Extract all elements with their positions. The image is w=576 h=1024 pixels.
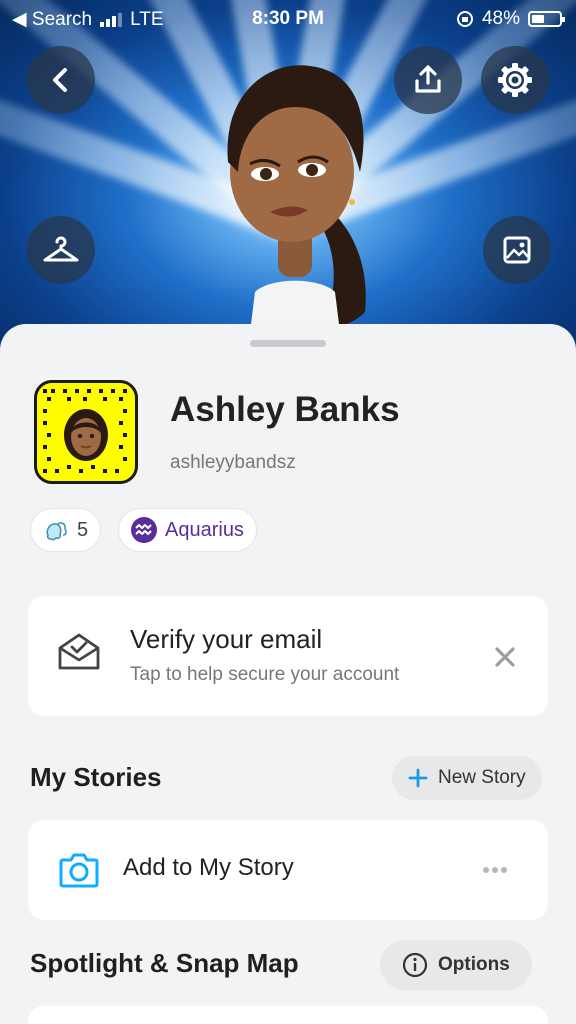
info-icon xyxy=(402,952,428,978)
more-icon[interactable] xyxy=(482,866,508,874)
display-name: Ashley Banks xyxy=(170,390,400,429)
bitmoji-outfit-button[interactable] xyxy=(27,216,95,284)
add-to-story-label: Add to My Story xyxy=(123,854,294,881)
background-photo-button[interactable] xyxy=(483,216,551,284)
add-to-story-card[interactable]: Add to My Story xyxy=(28,820,548,920)
back-button[interactable] xyxy=(27,46,95,114)
new-story-label: New Story xyxy=(438,767,526,788)
username[interactable]: ashleyybandsz xyxy=(170,452,296,474)
status-bar: ◀ Search LTE 8:30 PM 48% xyxy=(0,0,576,38)
profile-hero: ◀ Search LTE 8:30 PM 48% xyxy=(0,0,576,360)
close-icon[interactable] xyxy=(494,646,516,668)
snapcode-dots xyxy=(43,389,127,473)
options-label: Options xyxy=(438,954,510,975)
bitmoji-avatar[interactable] xyxy=(200,52,390,332)
battery-percent: 48% xyxy=(481,8,520,29)
camera-icon xyxy=(59,853,99,888)
back-icon xyxy=(53,68,67,92)
share-profile-button[interactable] xyxy=(394,46,462,114)
verify-email-card[interactable]: Verify your email Tap to help secure you… xyxy=(28,596,548,716)
plus-icon xyxy=(408,768,428,788)
verify-subtitle: Tap to help secure your account xyxy=(130,664,400,685)
spotlight-card[interactable] xyxy=(28,1006,548,1024)
friends-icon xyxy=(46,522,67,541)
settings-button[interactable] xyxy=(481,46,549,114)
aquarius-icon xyxy=(131,517,157,543)
my-stories-title: My Stories xyxy=(30,762,162,792)
sheet-drag-handle[interactable] xyxy=(250,340,326,347)
photo-icon xyxy=(503,236,531,264)
battery-icon xyxy=(528,11,565,27)
friends-pill[interactable]: 5 xyxy=(30,508,102,552)
envelope-icon xyxy=(58,633,100,670)
friends-count: 5 xyxy=(77,518,89,541)
orientation-lock-icon xyxy=(456,11,473,27)
zodiac-label: Aquarius xyxy=(165,518,244,541)
share-icon xyxy=(415,65,441,93)
new-story-button[interactable]: New Story xyxy=(392,756,542,800)
zodiac-pill[interactable]: Aquarius xyxy=(118,508,257,552)
options-button[interactable]: Options xyxy=(380,940,532,990)
spotlight-title: Spotlight & Snap Map xyxy=(30,948,299,978)
status-right: 48% xyxy=(456,8,565,30)
hanger-icon xyxy=(43,236,79,262)
snapcode[interactable] xyxy=(34,380,138,484)
gear-icon xyxy=(498,63,532,97)
verify-title: Verify your email xyxy=(130,624,323,654)
